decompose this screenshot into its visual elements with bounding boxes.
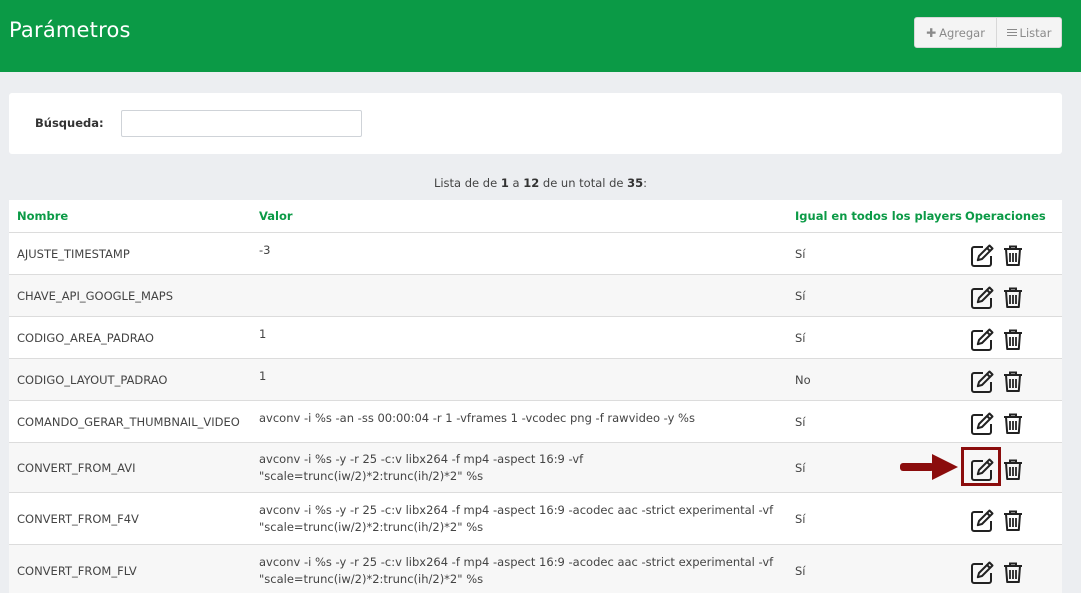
header-button-group: ✚ Agregar Listar bbox=[914, 17, 1062, 48]
cell-igual: Sí bbox=[795, 246, 806, 261]
cell-nombre: CONVERT_FROM_AVI bbox=[17, 460, 136, 475]
row-operations bbox=[967, 243, 1027, 269]
table-row: AJUSTE_TIMESTAMP -3 Sí bbox=[9, 233, 1062, 275]
cell-nombre: CHAVE_API_GOOGLE_MAPS bbox=[17, 288, 174, 303]
cell-igual: Sí bbox=[795, 330, 806, 345]
cell-valor: avconv -i %s -y -r 25 -c:v libx264 -f mp… bbox=[259, 503, 774, 534]
pagination-prefix: Lista de de bbox=[433, 176, 498, 190]
cell-nombre: AJUSTE_TIMESTAMP bbox=[17, 246, 130, 261]
row-operations bbox=[967, 560, 1027, 586]
trash-icon[interactable] bbox=[1000, 243, 1026, 269]
cell-valor: avconv -i %s -y -r 25 -c:v libx264 -f mp… bbox=[259, 555, 774, 586]
edit-icon[interactable] bbox=[969, 411, 995, 437]
trash-icon[interactable] bbox=[1000, 411, 1026, 437]
search-label: Búsqueda: bbox=[35, 116, 104, 130]
cell-igual: Sí bbox=[795, 563, 806, 578]
table-header: Nombre Valor Igual en todos los players … bbox=[9, 200, 1062, 233]
plus-icon: ✚ bbox=[926, 25, 937, 40]
column-header-operaciones: Operaciones bbox=[965, 209, 1046, 223]
column-header-igual[interactable]: Igual en todos los players bbox=[795, 209, 962, 223]
cell-igual: Sí bbox=[795, 288, 806, 303]
cell-nombre: CONVERT_FROM_F4V bbox=[17, 511, 139, 526]
trash-icon[interactable] bbox=[1000, 457, 1026, 483]
cell-valor: avconv -i %s -y -r 25 -c:v libx264 -f mp… bbox=[259, 452, 584, 483]
edit-icon[interactable] bbox=[969, 369, 995, 395]
pagination-sep: a bbox=[512, 176, 520, 190]
trash-icon[interactable] bbox=[1000, 508, 1026, 534]
list-button-label: Listar bbox=[1019, 25, 1052, 40]
top-header-bar: Parámetros ✚ Agregar Listar bbox=[0, 0, 1081, 72]
edit-icon[interactable] bbox=[969, 285, 995, 311]
column-header-valor[interactable]: Valor bbox=[259, 209, 293, 223]
list-icon bbox=[1006, 28, 1017, 37]
add-button-label: Agregar bbox=[939, 25, 985, 40]
edit-icon[interactable] bbox=[969, 508, 995, 534]
add-button[interactable]: ✚ Agregar bbox=[915, 18, 997, 47]
table-row: CONVERT_FROM_F4V avconv -i %s -y -r 25 -c… bbox=[9, 493, 1062, 545]
parameters-table: Nombre Valor Igual en todos los players … bbox=[9, 200, 1062, 593]
table-row: CHAVE_API_GOOGLE_MAPS Sí bbox=[9, 275, 1062, 317]
pagination-info: Lista de de 1 a 12 de un total de 35: bbox=[0, 176, 1081, 190]
row-operations bbox=[967, 508, 1027, 534]
pagination-mid: de un total de bbox=[542, 176, 624, 190]
search-panel: Búsqueda: bbox=[9, 93, 1062, 154]
table-row: CODIGO_LAYOUT_PADRAO 1 No bbox=[9, 359, 1062, 401]
trash-icon[interactable] bbox=[1000, 285, 1026, 311]
pagination-to: 12 bbox=[523, 176, 540, 190]
pagination-suffix: : bbox=[643, 176, 648, 190]
search-input[interactable] bbox=[121, 110, 362, 137]
row-operations bbox=[967, 411, 1027, 437]
trash-icon[interactable] bbox=[1000, 560, 1026, 586]
table-row: CODIGO_AREA_PADRAO 1 Sí bbox=[9, 317, 1062, 359]
cell-valor: 1 bbox=[259, 369, 267, 383]
edit-icon[interactable] bbox=[969, 243, 995, 269]
page-title: Parámetros bbox=[9, 18, 131, 42]
cell-nombre: COMANDO_GERAR_THUMBNAIL_VIDEO bbox=[17, 414, 240, 429]
table-row: COMANDO_GERAR_THUMBNAIL_VIDEO avconv -i %… bbox=[9, 401, 1062, 443]
arrow-right-icon bbox=[900, 452, 960, 482]
cell-valor: avconv -i %s -an -ss 00:00:04 -r 1 -vfra… bbox=[259, 411, 695, 425]
trash-icon[interactable] bbox=[1000, 327, 1026, 353]
row-operations bbox=[967, 285, 1027, 311]
cell-igual: Sí bbox=[795, 414, 806, 429]
cell-valor: -3 bbox=[259, 243, 271, 257]
cell-nombre: CONVERT_FROM_FLV bbox=[17, 563, 137, 578]
edit-icon[interactable] bbox=[969, 560, 995, 586]
cell-nombre: CODIGO_AREA_PADRAO bbox=[17, 330, 154, 345]
cell-igual: No bbox=[795, 372, 811, 387]
table-row: CONVERT_FROM_FLV avconv -i %s -y -r 25 -c… bbox=[9, 545, 1062, 593]
trash-icon[interactable] bbox=[1000, 369, 1026, 395]
cell-igual: Sí bbox=[795, 511, 806, 526]
highlight-annotation-box bbox=[961, 447, 1001, 486]
list-button[interactable]: Listar bbox=[997, 18, 1061, 47]
cell-nombre: CODIGO_LAYOUT_PADRAO bbox=[17, 372, 168, 387]
pagination-total: 35 bbox=[627, 176, 644, 190]
column-header-nombre[interactable]: Nombre bbox=[17, 209, 68, 223]
edit-icon[interactable] bbox=[969, 327, 995, 353]
cell-igual: Sí bbox=[795, 460, 806, 475]
pagination-from: 1 bbox=[500, 176, 509, 190]
cell-valor: 1 bbox=[259, 327, 267, 341]
row-operations bbox=[967, 369, 1027, 395]
row-operations bbox=[967, 327, 1027, 353]
